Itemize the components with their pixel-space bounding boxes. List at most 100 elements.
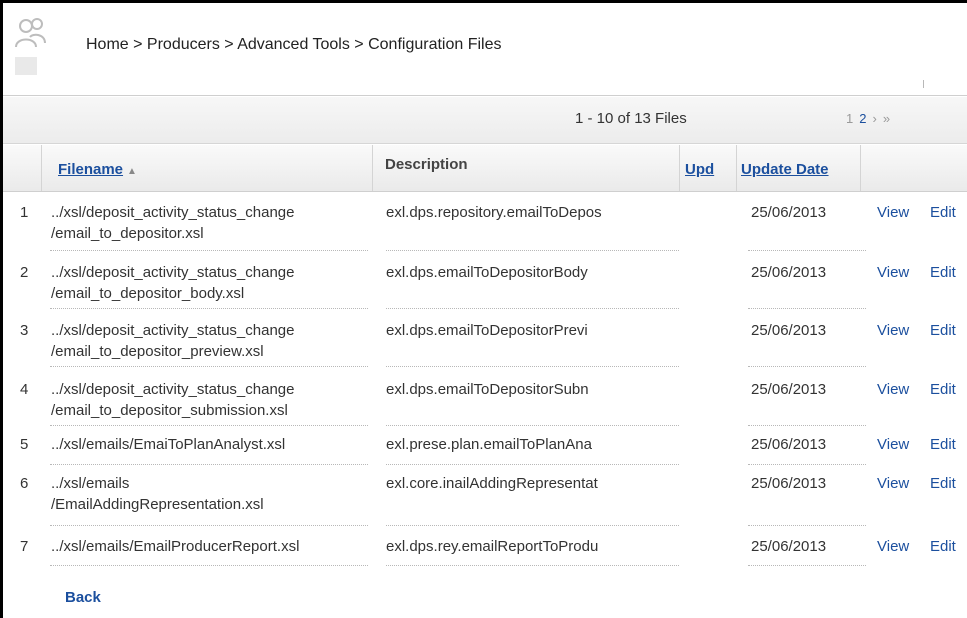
filename-line: ../xsl/deposit_activity_status_change — [51, 381, 295, 398]
page-link-1[interactable]: 1 — [846, 111, 853, 126]
page-header: Home > Producers > Advanced Tools > Conf… — [3, 3, 967, 81]
row-separator — [50, 525, 368, 526]
upd-sort-link[interactable]: Upd — [685, 161, 714, 178]
table-row: 3 ../xsl/deposit_activity_status_change … — [3, 309, 967, 361]
row-separator — [748, 525, 866, 526]
back-link[interactable]: Back — [65, 589, 101, 606]
header-filename-cell: Filename ▲ — [41, 145, 373, 191]
filename-line: ../xsl/deposit_activity_status_change — [51, 322, 295, 339]
breadcrumb[interactable]: Home > Producers > Advanced Tools > Conf… — [86, 36, 502, 54]
divider-tick — [923, 80, 924, 88]
header-divider — [3, 95, 967, 96]
description-cell: exl.prese.plan.emailToPlanAna — [386, 436, 592, 453]
header-index-cell — [3, 145, 42, 191]
filename-cell: ../xsl/emails /EmailAddingRepresentation… — [51, 473, 264, 515]
row-separator — [386, 425, 679, 426]
page-link-2[interactable]: 2 — [859, 111, 866, 126]
filename-line: ../xsl/emails/EmailProducerReport.xsl — [51, 538, 300, 555]
update-date-sort-link[interactable]: Update Date — [741, 161, 829, 178]
edit-link[interactable]: Edit — [930, 475, 956, 492]
row-separator — [386, 565, 679, 566]
filename-line: ../xsl/deposit_activity_status_change — [51, 264, 295, 281]
row-separator — [748, 425, 866, 426]
update-date-cell: 25/06/2013 — [751, 436, 827, 453]
header-upd-cell: Upd — [680, 145, 737, 191]
table-row: 5 ../xsl/emails/EmaiToPlanAnalyst.xsl ex… — [3, 428, 967, 460]
update-date-cell: 25/06/2013 — [751, 381, 827, 398]
filename-line: /EmailAddingRepresentation.xsl — [51, 496, 264, 513]
row-separator — [386, 525, 679, 526]
table-header: Filename ▲ Description Upd Update Date — [3, 145, 967, 192]
row-separator — [50, 366, 368, 367]
update-date-cell: 25/06/2013 — [751, 475, 827, 492]
filename-sort-link[interactable]: Filename — [58, 161, 123, 178]
last-page-icon[interactable]: » — [883, 111, 890, 126]
row-separator — [50, 425, 368, 426]
row-number: 4 — [20, 381, 29, 398]
view-link[interactable]: View — [877, 381, 909, 398]
description-cell: exl.dps.repository.emailToDepos — [386, 204, 602, 221]
filename-cell: ../xsl/deposit_activity_status_change /e… — [51, 202, 294, 244]
table-row: 1 ../xsl/deposit_activity_status_change … — [3, 192, 967, 244]
table-row: 7 ../xsl/emails/EmailProducerReport.xsl … — [3, 528, 967, 560]
filename-line: ../xsl/emails — [51, 475, 130, 492]
filename-cell: ../xsl/deposit_activity_status_change /e… — [51, 379, 294, 421]
description-header: Description — [385, 156, 468, 173]
filename-line: ../xsl/emails/EmaiToPlanAnalyst.xsl — [51, 436, 286, 453]
header-update-date-cell: Update Date — [737, 145, 861, 191]
view-link[interactable]: View — [877, 204, 909, 221]
table-row: 6 ../xsl/emails /EmailAddingRepresentati… — [3, 467, 967, 519]
edit-link[interactable]: Edit — [930, 538, 956, 555]
update-date-cell: 25/06/2013 — [751, 538, 827, 555]
users-logo-icon — [15, 18, 46, 75]
row-number: 5 — [20, 436, 29, 453]
row-number: 6 — [20, 475, 29, 492]
filename-line: /email_to_depositor.xsl — [51, 225, 204, 242]
edit-link[interactable]: Edit — [930, 322, 956, 339]
row-number: 2 — [20, 264, 29, 281]
header-description-cell: Description — [373, 145, 680, 191]
edit-link[interactable]: Edit — [930, 264, 956, 281]
pagination-bar: 1 - 10 of 13 Files 1 2 › » — [3, 97, 967, 144]
row-separator — [50, 250, 368, 251]
page-links: 1 2 › » — [846, 111, 896, 126]
row-separator — [748, 565, 866, 566]
filename-line: ../xsl/deposit_activity_status_change — [51, 204, 295, 221]
row-number: 3 — [20, 322, 29, 339]
row-separator — [748, 250, 866, 251]
edit-link[interactable]: Edit — [930, 381, 956, 398]
row-separator — [748, 366, 866, 367]
description-cell: exl.core.inailAddingRepresentat — [386, 475, 598, 492]
filename-cell: ../xsl/emails/EmaiToPlanAnalyst.xsl — [51, 434, 285, 455]
row-separator — [386, 366, 679, 367]
description-cell: exl.dps.emailToDepositorBody — [386, 264, 588, 281]
next-page-icon[interactable]: › — [872, 111, 876, 126]
view-link[interactable]: View — [877, 436, 909, 453]
update-date-cell: 25/06/2013 — [751, 322, 827, 339]
update-date-cell: 25/06/2013 — [751, 204, 827, 221]
filename-line: /email_to_depositor_submission.xsl — [51, 402, 288, 419]
row-separator — [386, 250, 679, 251]
description-cell: exl.dps.emailToDepositorSubn — [386, 381, 589, 398]
filename-cell: ../xsl/deposit_activity_status_change /e… — [51, 262, 294, 304]
view-link[interactable]: View — [877, 475, 909, 492]
row-number: 7 — [20, 538, 29, 555]
view-link[interactable]: View — [877, 538, 909, 555]
row-separator — [386, 464, 679, 465]
description-cell: exl.dps.emailToDepositorPrevi — [386, 322, 588, 339]
filename-line: /email_to_depositor_body.xsl — [51, 285, 245, 302]
filename-cell: ../xsl/emails/EmailProducerReport.xsl — [51, 536, 299, 557]
description-cell: exl.dps.rey.emailReportToProdu — [386, 538, 599, 555]
table-row: 4 ../xsl/deposit_activity_status_change … — [3, 368, 967, 420]
view-link[interactable]: View — [877, 264, 909, 281]
sort-ascending-icon: ▲ — [127, 166, 137, 177]
view-link[interactable]: View — [877, 322, 909, 339]
filename-line: /email_to_depositor_preview.xsl — [51, 343, 264, 360]
row-separator — [50, 565, 368, 566]
filename-cell: ../xsl/deposit_activity_status_change /e… — [51, 320, 294, 362]
table-row: 2 ../xsl/deposit_activity_status_change … — [3, 252, 967, 304]
edit-link[interactable]: Edit — [930, 204, 956, 221]
edit-link[interactable]: Edit — [930, 436, 956, 453]
results-count: 1 - 10 of 13 Files — [575, 110, 687, 127]
row-separator — [50, 464, 368, 465]
